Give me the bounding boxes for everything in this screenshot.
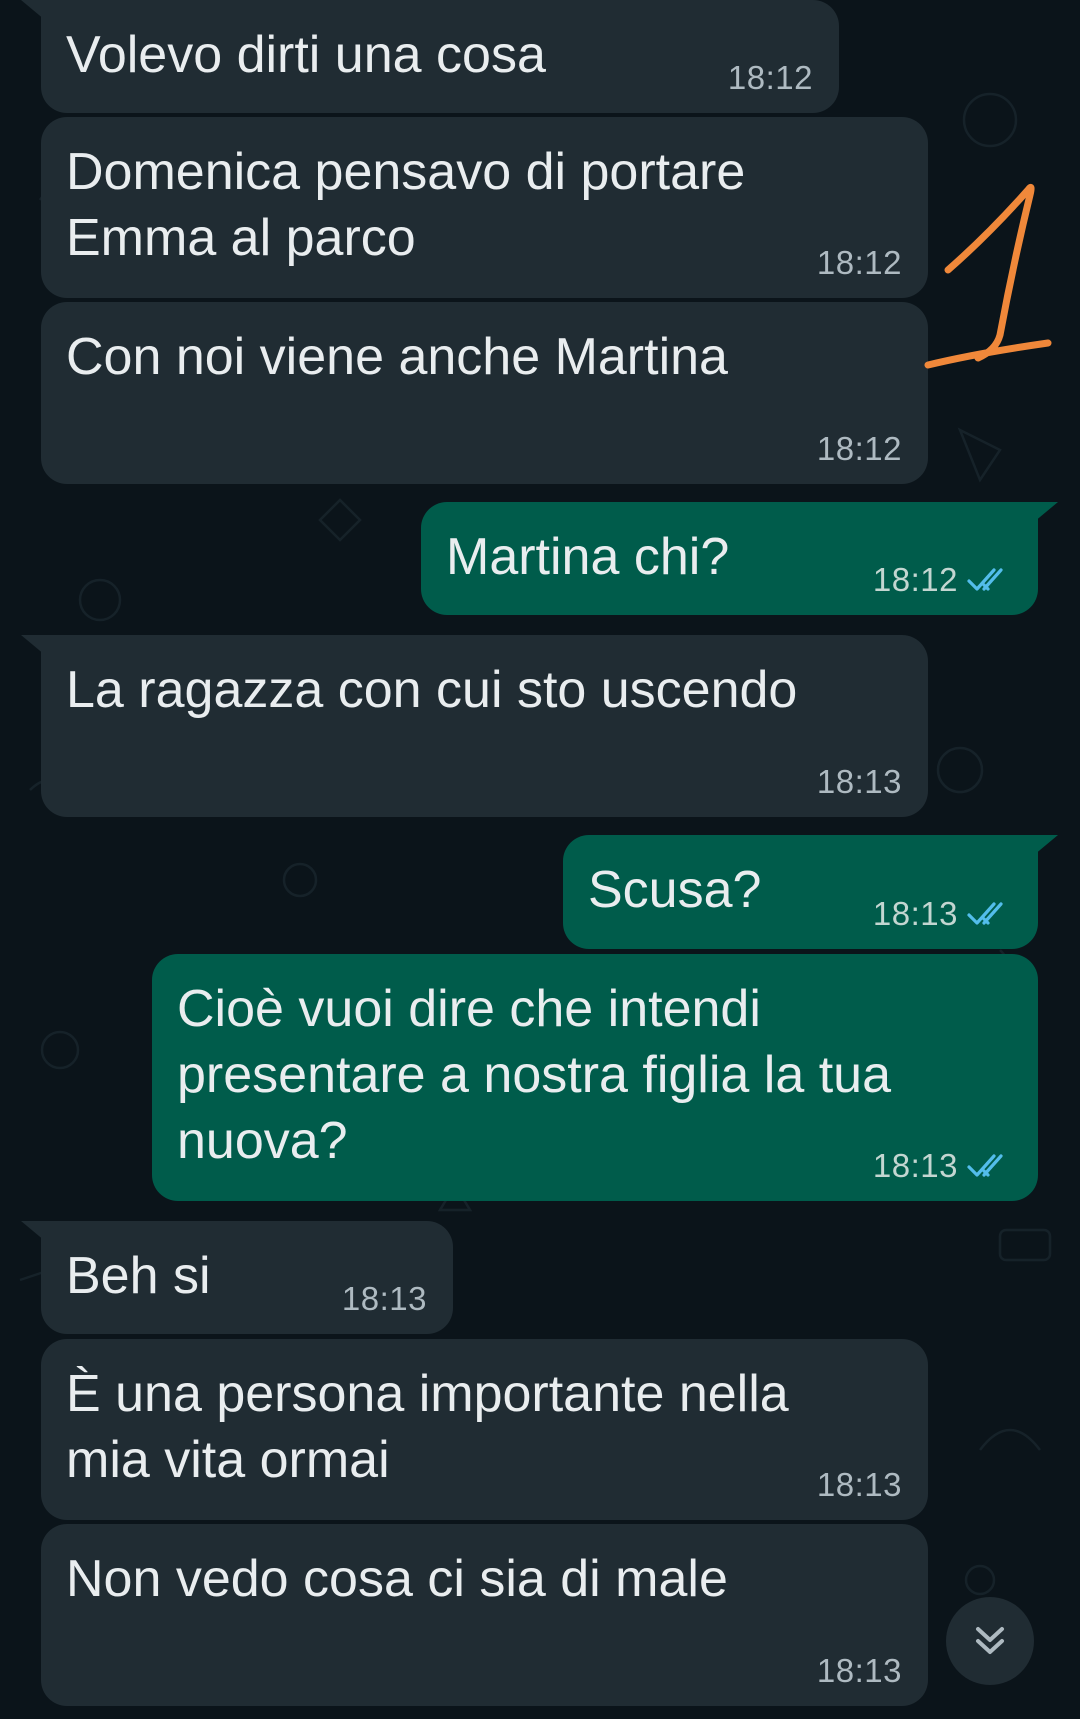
message-text: Domenica pensavo di portare Emma al parc… xyxy=(66,143,746,267)
message-bubble-incoming[interactable]: Con noi viene anche Martina 18:12 xyxy=(41,302,928,484)
message-bubble-outgoing[interactable]: Martina chi? 18:12 xyxy=(421,502,1058,615)
handwritten-annotation-one xyxy=(924,183,1052,369)
message-time: 18:13 xyxy=(816,1466,902,1503)
message-meta: 18:13 xyxy=(873,1147,1012,1185)
chat-background: Volevo dirti una cosa 18:12 Domenica pen… xyxy=(0,0,1080,1719)
message-bubble-incoming[interactable]: Non vedo cosa ci sia di male 18:13 xyxy=(41,1524,928,1706)
message-text: Beh si xyxy=(66,1247,211,1305)
double-check-icon xyxy=(967,568,1003,591)
message-time: 18:13 xyxy=(816,763,902,800)
message-text: Martina chi? xyxy=(446,528,730,586)
bubble-tail xyxy=(21,635,45,655)
message-bubble-incoming[interactable]: È una persona importante nella mia vita … xyxy=(41,1339,928,1520)
double-check-icon xyxy=(967,1154,1003,1177)
message-time: 18:13 xyxy=(816,1652,902,1689)
message-time: 18:12 xyxy=(816,244,902,281)
message-meta: 18:13 xyxy=(873,895,1012,933)
bubble-tail xyxy=(21,0,45,20)
message-meta: 18:12 xyxy=(817,430,902,468)
message-time: 18:12 xyxy=(727,59,813,96)
message-time: 18:12 xyxy=(872,561,958,598)
message-time: 18:12 xyxy=(816,430,902,467)
message-text: Non vedo cosa ci sia di male xyxy=(66,1550,728,1608)
message-bubble-outgoing[interactable]: Cioè vuoi dire che intendi presentare a … xyxy=(152,954,1038,1201)
message-bubble-incoming[interactable]: Beh si 18:13 xyxy=(21,1221,453,1334)
message-meta: 18:13 xyxy=(817,763,902,801)
message-bubble-incoming[interactable]: Volevo dirti una cosa 18:12 xyxy=(21,0,839,113)
message-text: Scusa? xyxy=(588,861,762,919)
bubble-tail xyxy=(1034,502,1058,522)
message-meta: 18:13 xyxy=(342,1280,427,1318)
message-meta: 18:13 xyxy=(817,1466,902,1504)
double-chevron-down-icon xyxy=(976,1627,1004,1654)
message-text: Cioè vuoi dire che intendi presentare a … xyxy=(177,980,891,1170)
message-text: Con noi viene anche Martina xyxy=(66,328,728,386)
scroll-to-bottom-button[interactable] xyxy=(946,1597,1034,1685)
bubble-tail xyxy=(1034,835,1058,855)
message-meta: 18:12 xyxy=(817,244,902,282)
message-meta: 18:12 xyxy=(728,59,813,97)
message-meta: 18:12 xyxy=(873,561,1012,599)
message-text: La ragazza con cui sto uscendo xyxy=(66,661,798,719)
message-text: È una persona importante nella mia vita … xyxy=(66,1365,789,1489)
message-meta: 18:13 xyxy=(817,1652,902,1690)
message-time: 18:13 xyxy=(341,1280,427,1317)
message-text: Volevo dirti una cosa xyxy=(66,26,546,84)
message-bubble-incoming[interactable]: Domenica pensavo di portare Emma al parc… xyxy=(41,117,928,298)
bubble-tail xyxy=(21,1221,45,1241)
double-check-icon xyxy=(967,902,1003,925)
message-time: 18:13 xyxy=(872,1147,958,1184)
message-time: 18:13 xyxy=(872,895,958,932)
message-bubble-outgoing[interactable]: Scusa? 18:13 xyxy=(563,835,1058,949)
message-bubble-incoming[interactable]: La ragazza con cui sto uscendo 18:13 xyxy=(21,635,928,817)
